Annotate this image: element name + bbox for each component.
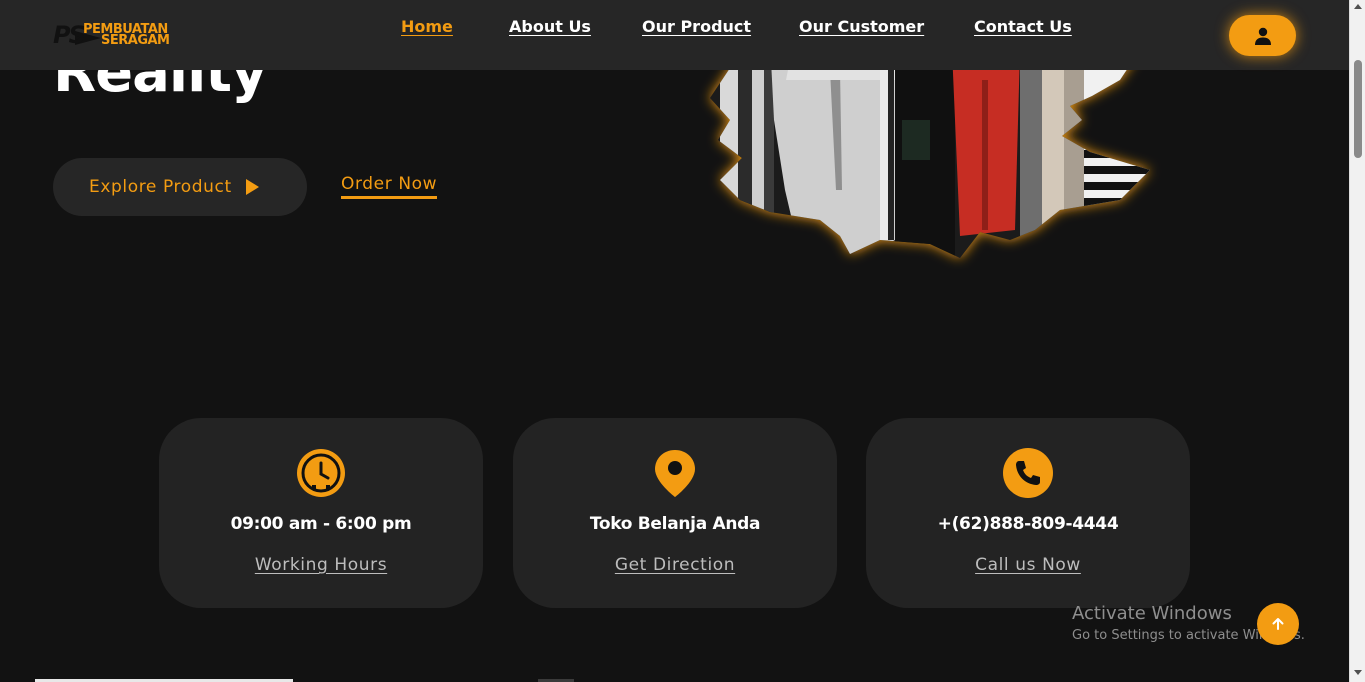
nav-our-product[interactable]: Our Product <box>642 17 751 36</box>
scroll-up-arrow-icon[interactable] <box>1354 4 1362 9</box>
working-hours-value: 09:00 am - 6:00 pm <box>230 514 412 534</box>
scroll-down-arrow-icon[interactable] <box>1354 670 1362 675</box>
explore-product-label: Explore Product <box>89 177 232 197</box>
working-hours-link[interactable]: Working Hours <box>159 555 483 575</box>
phone-icon <box>1003 448 1053 498</box>
card-location: Toko Belanja Anda Get Direction <box>513 418 837 608</box>
site-header: PS PEMBUATAN SERAGAM Home About Us Our P… <box>0 0 1349 70</box>
scroll-to-top-button[interactable] <box>1257 603 1299 645</box>
store-name: Toko Belanja Anda <box>589 514 761 534</box>
vertical-scrollbar[interactable] <box>1349 0 1365 682</box>
nav-about-us[interactable]: About Us <box>509 17 591 36</box>
call-us-link[interactable]: Call us Now <box>866 555 1190 575</box>
location-pin-icon <box>655 450 695 497</box>
arrow-up-icon <box>1272 618 1284 630</box>
profile-button[interactable] <box>1229 15 1296 56</box>
order-now-link[interactable]: Order Now <box>341 174 438 199</box>
nav-our-customer[interactable]: Our Customer <box>799 17 924 36</box>
nav-contact-us[interactable]: Contact Us <box>974 17 1072 36</box>
explore-product-button[interactable]: Explore Product <box>53 158 307 216</box>
clock-icon <box>297 449 345 497</box>
user-icon <box>1254 27 1271 45</box>
phone-number: +(62)888-809-4444 <box>937 514 1119 534</box>
logo-mark: PS <box>53 21 86 49</box>
card-phone: +(62)888-809-4444 Call us Now <box>866 418 1190 608</box>
card-working-hours: 09:00 am - 6:00 pm Working Hours <box>159 418 483 608</box>
page: PS PEMBUATAN SERAGAM Home About Us Our P… <box>0 0 1349 682</box>
scrollbar-thumb[interactable] <box>1354 60 1362 158</box>
get-direction-link[interactable]: Get Direction <box>513 555 837 575</box>
clothing-rack-photo <box>710 50 1150 258</box>
site-logo[interactable]: PS PEMBUATAN SERAGAM <box>53 21 188 51</box>
nav-home[interactable]: Home <box>401 17 453 36</box>
play-icon <box>245 179 259 195</box>
logo-text-line2: SERAGAM <box>101 33 170 48</box>
